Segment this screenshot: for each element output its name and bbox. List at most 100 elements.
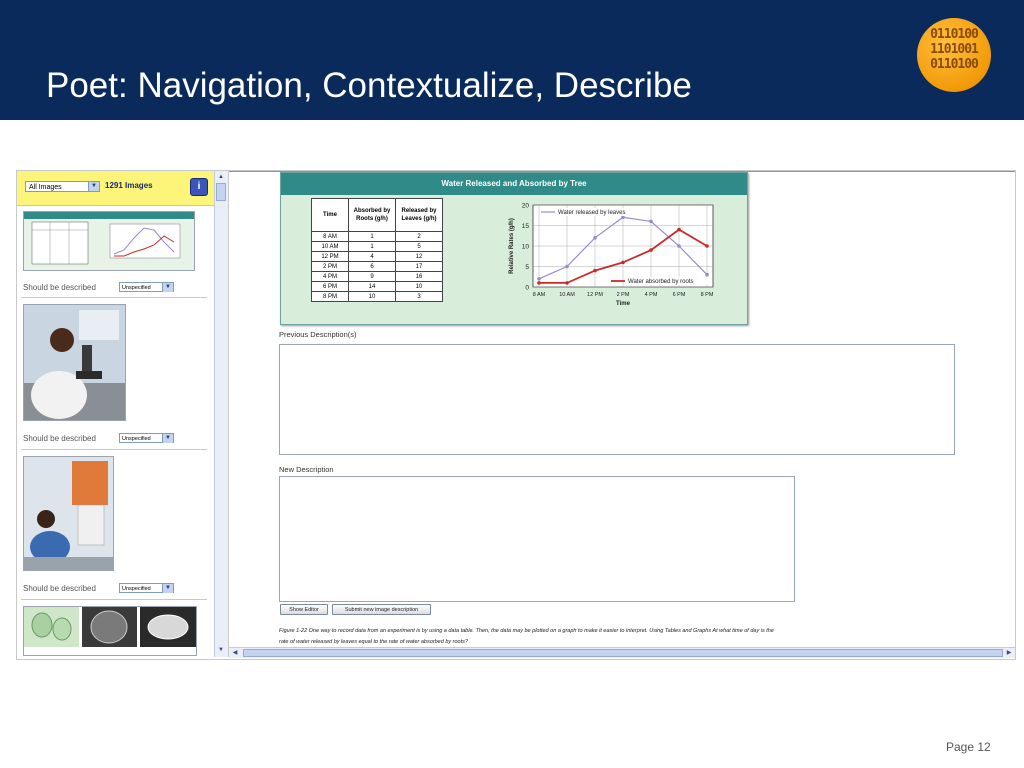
submit-description-button[interactable]: Submit new image description [332, 604, 431, 615]
table-cell: 1 [348, 231, 396, 242]
table-header-row: Time Absorbed by Roots (g/h) Released by… [311, 198, 443, 232]
table-cell: 2 [395, 231, 443, 242]
poet-app-window: All Images ▼ 1291 Images i Should be des… [16, 170, 1016, 660]
sidebar-scroll-thumb[interactable] [216, 183, 226, 201]
sidebar-divider [21, 599, 207, 600]
lab-technician-photo[interactable] [23, 456, 114, 571]
scientist-photo-graphic [24, 305, 125, 420]
legend-label: Water released by leaves [558, 210, 625, 216]
x-axis-label: Time [616, 301, 631, 307]
table-header-time: Time [311, 198, 349, 232]
table-row: 8 PM 10 3 [311, 291, 443, 302]
new-description-label: New Description [279, 465, 334, 474]
y-tick-label: 10 [522, 244, 530, 251]
info-icon[interactable]: i [190, 178, 208, 196]
y-axis-label: Relative Rates (g/h) [509, 218, 515, 274]
table-cell: 8 AM [311, 231, 349, 242]
title-banner: Poet: Navigation, Contextualize, Describ… [0, 0, 1024, 120]
horizontal-scroll-thumb[interactable] [243, 649, 1003, 657]
data-point [593, 268, 597, 273]
chevron-down-icon[interactable]: ▼ [162, 584, 173, 593]
table-cell: 10 [348, 291, 396, 302]
binary-logo: 0110100 1101001 0110100 [917, 18, 991, 92]
description-status-select[interactable]: Unspecified ▼ [119, 433, 174, 443]
figure-title: Water Released and Absorbed by Tree [441, 179, 587, 188]
chart-thumbnail-graphic [24, 212, 194, 265]
table-row: 6 PM 14 10 [311, 281, 443, 292]
data-point [593, 236, 597, 240]
sidebar-divider [21, 449, 207, 450]
should-be-described-label: Should be described [23, 434, 96, 443]
line-chart: 0 5 10 15 20 8 AM 10 AM 12 PM 2 PM 4 PM 6 PM 8 PM Ti… [509, 203, 714, 308]
sidebar-scrollbar[interactable]: ▲ ▼ [214, 171, 228, 657]
table-cell: 2 PM [311, 261, 349, 272]
new-description-textarea[interactable] [279, 476, 795, 602]
table-cell: 6 [348, 261, 396, 272]
data-point [677, 227, 681, 232]
table-row: 2 PM 6 17 [311, 261, 443, 272]
table-row: 12 PM 4 12 [311, 251, 443, 262]
y-tick-label: 5 [525, 264, 529, 271]
should-be-described-label: Should be described [23, 283, 96, 292]
description-status-select[interactable]: Unspecified ▼ [119, 583, 174, 593]
previous-description-textarea[interactable] [279, 344, 955, 455]
chevron-down-icon[interactable]: ▼ [162, 434, 173, 443]
table-cell: 14 [348, 281, 396, 292]
description-status-value: Unspecified [122, 586, 151, 592]
data-point [649, 219, 653, 224]
scroll-left-icon[interactable]: ◀ [230, 648, 240, 658]
x-tick-label: 12 PM [587, 292, 603, 298]
image-filter-value: All Images [29, 184, 62, 191]
cell-micrographs[interactable] [23, 606, 197, 656]
chart-thumbnail[interactable] [23, 211, 195, 271]
micrographs-graphic [24, 607, 196, 647]
show-editor-button[interactable]: Show Editor [280, 604, 328, 615]
image-filter-select[interactable]: All Images ▼ [25, 181, 100, 192]
data-point [649, 248, 653, 252]
scroll-down-icon[interactable]: ▼ [216, 645, 226, 655]
chevron-down-icon[interactable]: ▼ [88, 182, 99, 191]
description-status-select[interactable]: Unspecified ▼ [119, 282, 174, 292]
table-header-released: Released by Leaves (g/h) [395, 198, 443, 232]
table-cell: 16 [395, 271, 443, 282]
data-point [705, 272, 709, 277]
y-tick-label: 0 [525, 285, 529, 292]
table-cell: 8 PM [311, 291, 349, 302]
table-cell: 5 [395, 241, 443, 252]
table-cell: 4 PM [311, 271, 349, 282]
table-cell: 12 PM [311, 251, 349, 262]
data-point [537, 277, 541, 281]
x-tick-label: 6 PM [673, 292, 686, 298]
scroll-right-icon[interactable]: ▶ [1004, 648, 1014, 658]
table-cell: 6 PM [311, 281, 349, 292]
x-tick-label: 8 AM [533, 292, 546, 298]
caption-line-1: Figure 1-22 One way to record data from … [279, 628, 774, 634]
x-tick-label: 2 PM [617, 292, 630, 298]
logo-text: 0110100 1101001 0110100 [930, 27, 979, 72]
y-tick-label: 15 [522, 223, 530, 230]
scroll-up-icon[interactable]: ▲ [216, 172, 226, 182]
x-tick-label: 4 PM [645, 292, 658, 298]
table-cell: 9 [348, 271, 396, 282]
figure-caption: Figure 1-22 One way to record data from … [279, 626, 979, 648]
table-cell: 12 [395, 251, 443, 262]
previous-description-label: Previous Description(s) [279, 330, 357, 339]
data-point [621, 215, 625, 220]
scientist-microscope-photo[interactable] [23, 304, 126, 421]
horizontal-scrollbar[interactable]: ◀ ▶ [229, 647, 1015, 658]
slide-title: Poet: Navigation, Contextualize, Describ… [46, 66, 692, 105]
image-count: 1291 Images [105, 181, 153, 190]
textbook-figure: Water Released and Absorbed by Tree Time… [280, 172, 748, 325]
data-point [565, 264, 569, 269]
x-tick-label: 10 AM [559, 292, 575, 298]
table-row: 10 AM 1 5 [311, 241, 443, 252]
should-be-described-label: Should be described [23, 584, 96, 593]
sidebar-toolbar: All Images ▼ 1291 Images i [17, 171, 214, 206]
table-row: 4 PM 9 16 [311, 271, 443, 282]
description-status-row: Should be described Unspecified ▼ [23, 583, 203, 595]
data-point [677, 244, 681, 248]
chevron-down-icon[interactable]: ▼ [162, 283, 173, 292]
table-header-absorbed: Absorbed by Roots (g/h) [348, 198, 396, 232]
y-tick-label: 20 [522, 203, 530, 210]
table-cell: 10 [395, 281, 443, 292]
